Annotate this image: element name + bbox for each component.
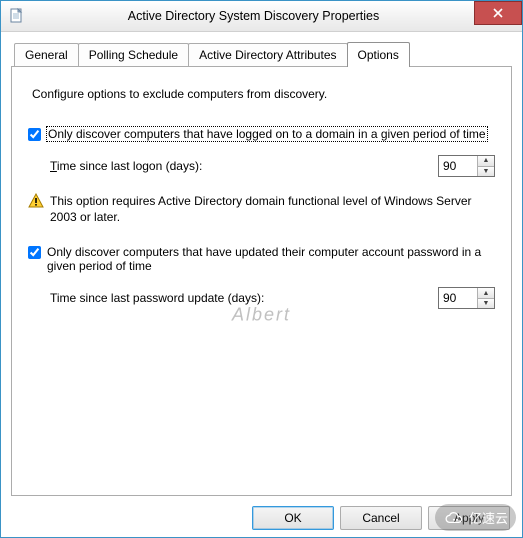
opt-logon-row: Only discover computers that have logged… — [28, 127, 495, 141]
tab-general[interactable]: General — [14, 43, 79, 66]
window-title: Active Directory System Discovery Proper… — [25, 9, 522, 23]
opt-password-label[interactable]: Only discover computers that have update… — [47, 245, 495, 273]
close-button[interactable] — [474, 1, 522, 25]
window-controls — [474, 1, 522, 25]
logon-days-spinner: ▲ ▼ — [438, 155, 495, 177]
opt-logon-checkbox[interactable] — [28, 128, 41, 141]
panel-instructions: Configure options to exclude computers f… — [32, 87, 495, 101]
warning-text: This option requires Active Directory do… — [50, 193, 495, 225]
password-days-spinner: ▲ ▼ — [438, 287, 495, 309]
title-bar: Active Directory System Discovery Proper… — [1, 1, 522, 32]
logon-days-down[interactable]: ▼ — [478, 167, 494, 177]
opt-password-checkbox[interactable] — [28, 246, 41, 259]
opt-logon-label[interactable]: Only discover computers that have logged… — [47, 127, 487, 141]
logon-days-label: Time since last logon (days): — [50, 159, 438, 173]
options-panel: Configure options to exclude computers f… — [11, 66, 512, 496]
password-days-spin-buttons: ▲ ▼ — [477, 288, 494, 308]
warning-icon — [28, 193, 44, 209]
logon-days-row: Time since last logon (days): ▲ ▼ — [50, 155, 495, 177]
dialog-window: Active Directory System Discovery Proper… — [0, 0, 523, 538]
apply-button[interactable]: Apply — [428, 506, 510, 530]
logon-days-label-rest: ime since last logon (days): — [57, 159, 202, 173]
warning-row: This option requires Active Directory do… — [28, 193, 495, 225]
password-days-row: Time since last password update (days): … — [50, 287, 495, 309]
logon-days-spin-buttons: ▲ ▼ — [477, 156, 494, 176]
cancel-button[interactable]: Cancel — [340, 506, 422, 530]
dialog-button-bar: OK Cancel Apply — [1, 498, 522, 538]
opt-password-row: Only discover computers that have update… — [28, 245, 495, 273]
tab-polling-schedule[interactable]: Polling Schedule — [78, 43, 189, 66]
logon-days-up[interactable]: ▲ — [478, 156, 494, 167]
tab-options[interactable]: Options — [347, 42, 410, 67]
ok-button[interactable]: OK — [252, 506, 334, 530]
password-days-up[interactable]: ▲ — [478, 288, 494, 299]
close-icon — [493, 8, 503, 18]
password-days-down[interactable]: ▼ — [478, 299, 494, 309]
tab-strip: General Polling Schedule Active Director… — [11, 42, 512, 66]
client-area: General Polling Schedule Active Director… — [1, 32, 522, 538]
app-icon — [9, 8, 25, 24]
tab-ad-attributes[interactable]: Active Directory Attributes — [188, 43, 347, 66]
logon-days-label-accel: T — [50, 159, 57, 173]
password-days-label: Time since last password update (days): — [50, 291, 438, 305]
logon-days-input[interactable] — [439, 156, 477, 176]
password-days-input[interactable] — [439, 288, 477, 308]
